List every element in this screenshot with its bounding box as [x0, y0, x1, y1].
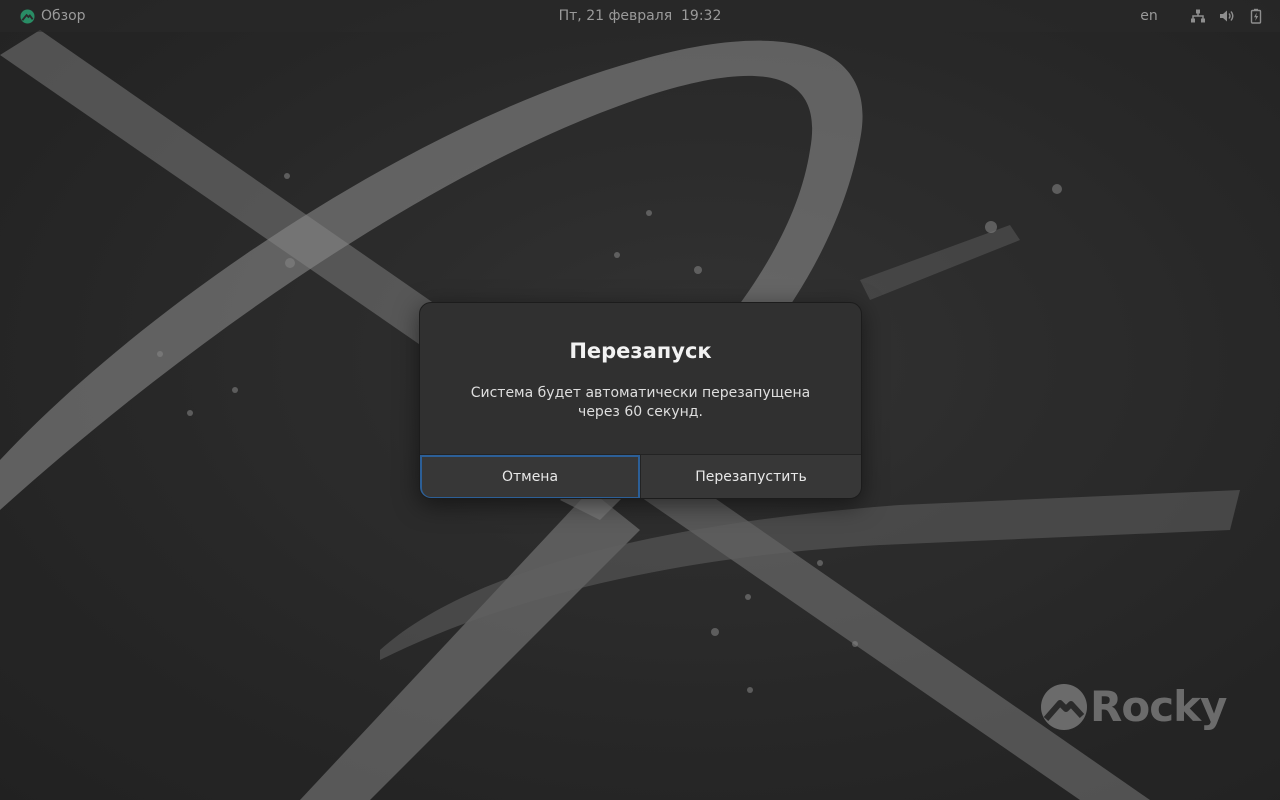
volume-icon [1220, 10, 1234, 22]
restart-dialog: Перезапуск Система будет автоматически п… [419, 302, 862, 499]
cancel-button[interactable]: Отмена [420, 455, 641, 498]
rocky-logo-icon [20, 8, 35, 24]
activities-button[interactable]: Обзор [14, 0, 92, 32]
battery-charging-icon [1250, 8, 1262, 24]
dialog-title: Перезапуск [569, 339, 712, 363]
desktop: Обзор Пт, 21 февраля 19:32 en Перезапуск… [0, 0, 1280, 800]
dialog-button-row: Отмена Перезапустить [420, 454, 861, 498]
rocky-logo-icon [1041, 683, 1087, 730]
restart-button-label: Перезапустить [695, 469, 807, 485]
watermark-text: Rocky [1090, 682, 1227, 731]
keyboard-layout-indicator[interactable]: en [1132, 0, 1166, 32]
network-wired-icon [1191, 9, 1205, 23]
top-bar: Обзор Пт, 21 февраля 19:32 en [0, 0, 1280, 32]
dialog-message: Система будет автоматически перезапущена… [470, 385, 811, 420]
activities-label: Обзор [41, 8, 86, 24]
rocky-watermark: Rocky [1040, 682, 1227, 731]
restart-button[interactable]: Перезапустить [641, 455, 861, 498]
system-status-area[interactable] [1180, 0, 1280, 32]
cancel-button-label: Отмена [501, 469, 559, 485]
clock-datetime[interactable]: Пт, 21 февраля 19:32 [559, 8, 722, 24]
keyboard-layout-label: en [1140, 8, 1158, 24]
